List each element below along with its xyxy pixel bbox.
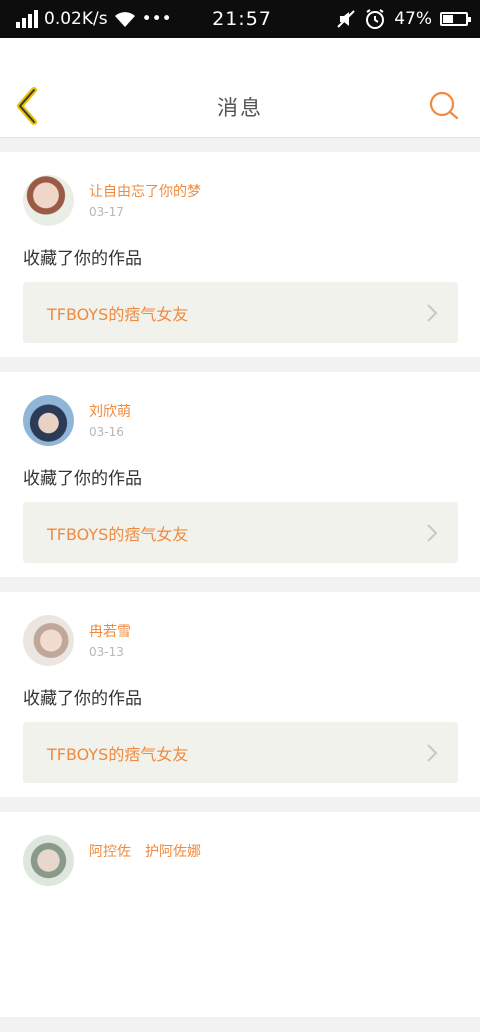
user-name[interactable]: 阿控佐 护阿佐娜 bbox=[89, 841, 201, 861]
work-title: TFBOYS的痞气女友 bbox=[47, 525, 189, 544]
avatar[interactable] bbox=[23, 175, 74, 226]
work-link[interactable]: TFBOYS的痞气女友 bbox=[23, 502, 458, 563]
chevron-right-icon bbox=[427, 304, 438, 322]
message-item: 让自由忘了你的梦 03-17 收藏了你的作品 TFBOYS的痞气女友 bbox=[0, 152, 480, 357]
user-name[interactable]: 冉若雪 bbox=[89, 621, 131, 641]
mute-icon bbox=[337, 10, 355, 28]
message-item: 阿控佐 护阿佐娜 bbox=[0, 812, 480, 1017]
chevron-right-icon bbox=[427, 744, 438, 762]
message-item: 冉若雪 03-13 收藏了你的作品 TFBOYS的痞气女友 bbox=[0, 592, 480, 797]
battery-percent: 47% bbox=[394, 9, 432, 29]
user-name[interactable]: 刘欣萌 bbox=[89, 401, 131, 421]
clock: 21:57 bbox=[212, 8, 272, 30]
user-name[interactable]: 让自由忘了你的梦 bbox=[89, 181, 201, 201]
page-title: 消息 bbox=[217, 96, 263, 120]
search-button[interactable] bbox=[428, 90, 460, 122]
message-date: 03-17 bbox=[89, 205, 124, 219]
status-right: 47% bbox=[318, 8, 471, 30]
work-link[interactable]: TFBOYS的痞气女友 bbox=[23, 282, 458, 343]
app-header: 消息 bbox=[0, 38, 480, 138]
message-item: 刘欣萌 03-16 收藏了你的作品 TFBOYS的痞气女友 bbox=[0, 372, 480, 577]
message-date: 03-13 bbox=[89, 645, 124, 659]
status-bar: 0.02K/s ••• 21:57 47% bbox=[0, 0, 480, 38]
action-text: 收藏了你的作品 bbox=[23, 689, 142, 709]
search-icon bbox=[429, 91, 459, 120]
avatar[interactable] bbox=[23, 615, 74, 666]
network-speed: 0.02K/s bbox=[44, 9, 108, 29]
avatar[interactable] bbox=[23, 395, 74, 446]
action-text: 收藏了你的作品 bbox=[23, 249, 142, 269]
alarm-icon bbox=[366, 9, 385, 29]
signal-icon bbox=[16, 10, 38, 28]
avatar[interactable] bbox=[23, 835, 74, 886]
status-left: 0.02K/s ••• bbox=[16, 9, 186, 29]
work-link[interactable]: TFBOYS的痞气女友 bbox=[23, 722, 458, 783]
wifi-icon bbox=[114, 12, 135, 27]
work-title: TFBOYS的痞气女友 bbox=[47, 745, 189, 764]
message-date: 03-16 bbox=[89, 425, 124, 439]
battery-icon bbox=[440, 12, 471, 26]
message-list: 让自由忘了你的梦 03-17 收藏了你的作品 TFBOYS的痞气女友 刘欣萌 0… bbox=[0, 152, 480, 1032]
work-title: TFBOYS的痞气女友 bbox=[47, 305, 189, 324]
action-text: 收藏了你的作品 bbox=[23, 469, 142, 489]
chevron-right-icon bbox=[427, 524, 438, 542]
